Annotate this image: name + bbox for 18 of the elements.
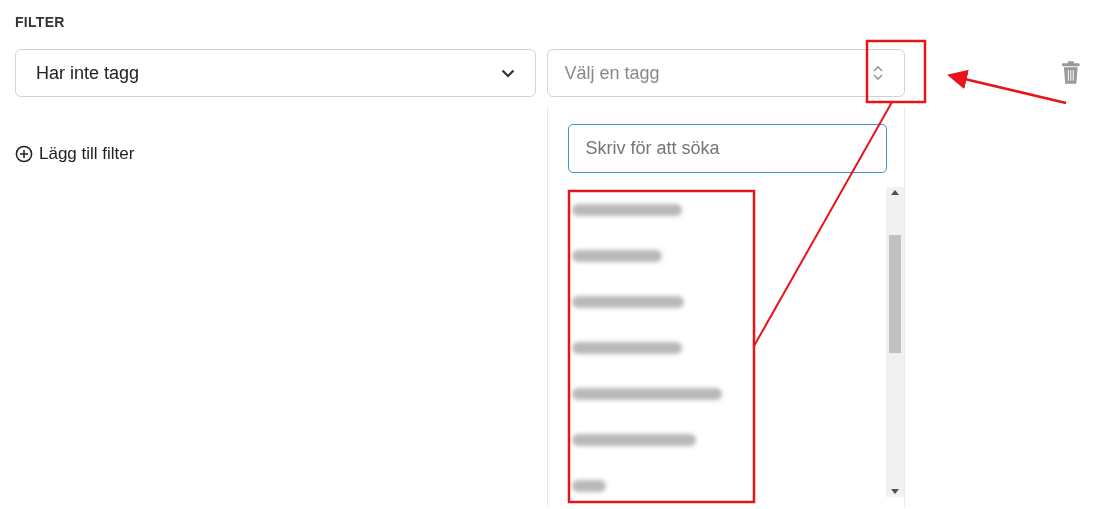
scrollbar[interactable] xyxy=(886,187,905,497)
chevron-down-icon xyxy=(501,68,516,78)
blurred-option[interactable] xyxy=(572,434,697,446)
add-filter-link[interactable]: Lägg till filter xyxy=(15,141,135,167)
up-down-chevron-icon xyxy=(872,64,885,82)
tag-select[interactable]: Välj en tagg xyxy=(547,49,906,97)
trash-icon[interactable] xyxy=(1061,61,1081,85)
add-circle-icon xyxy=(15,144,33,163)
annotation-box xyxy=(865,39,927,104)
condition-select[interactable]: Har inte tagg xyxy=(15,49,537,97)
blurred-option[interactable] xyxy=(572,342,683,354)
blurred-option[interactable] xyxy=(572,204,683,216)
blurred-option[interactable] xyxy=(572,296,685,308)
search-field[interactable]: Skriv för att söka xyxy=(568,124,888,173)
section-heading: FILTER xyxy=(15,13,66,32)
blurred-option[interactable] xyxy=(572,480,607,492)
blurred-option[interactable] xyxy=(572,250,663,262)
blurred-option[interactable] xyxy=(572,388,723,400)
